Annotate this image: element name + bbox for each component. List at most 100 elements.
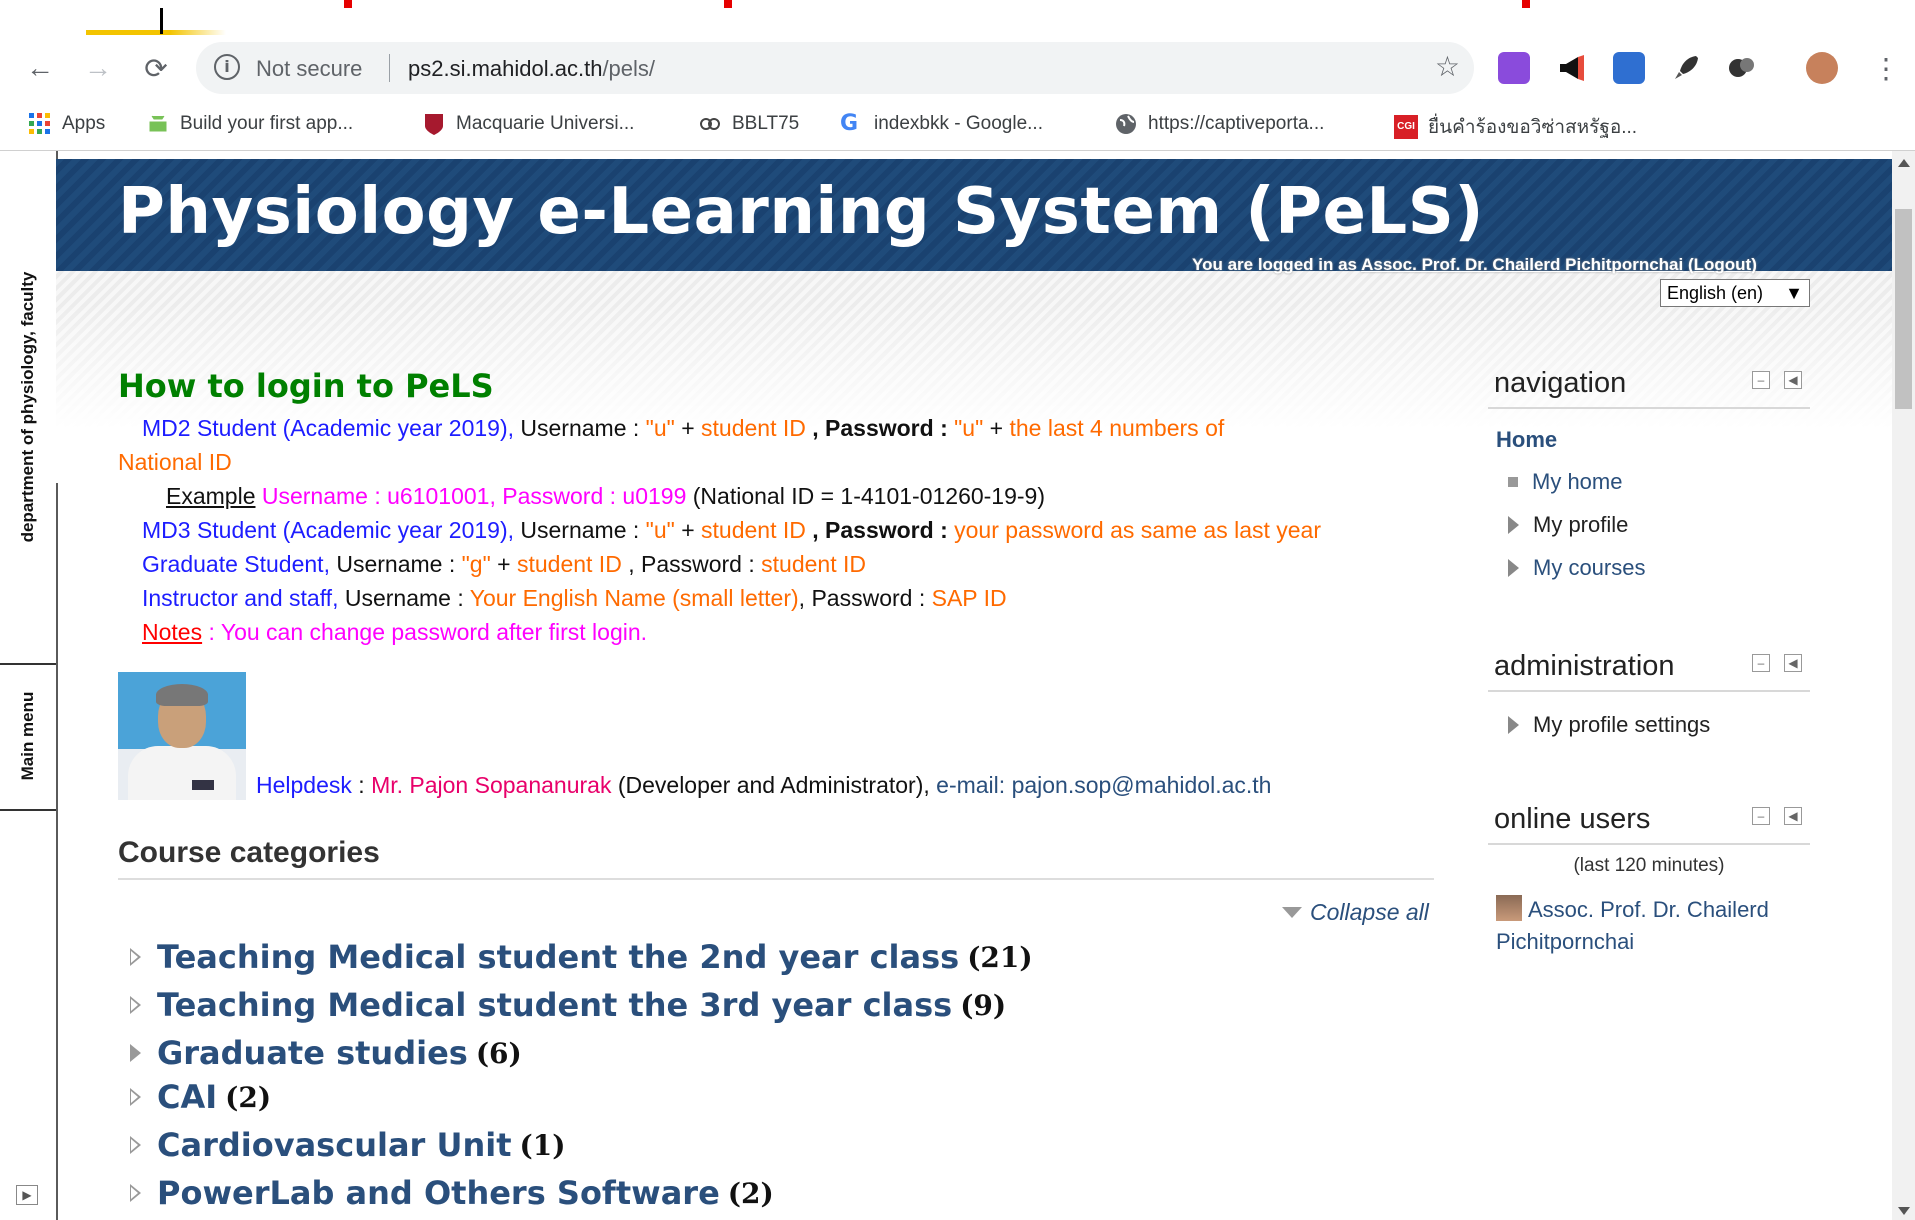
slide-strip: [0, 0, 1915, 36]
logout-link[interactable]: (Logout): [1688, 255, 1757, 274]
bookmark-item[interactable]: G indexbkk - Google...: [840, 112, 1043, 136]
category-item[interactable]: Graduate studies (6): [130, 1034, 522, 1072]
bookmark-item[interactable]: BBLT75: [698, 112, 799, 136]
back-icon[interactable]: ←: [22, 50, 58, 86]
security-label: Not secure: [256, 56, 363, 81]
extension-puzzle-icon[interactable]: [1498, 52, 1530, 84]
instructions-title: How to login to PeLS: [118, 367, 494, 405]
forward-icon[interactable]: →: [80, 50, 116, 86]
expand-arrow-icon[interactable]: [130, 1044, 141, 1062]
md3-line: MD3 Student (Academic year 2019), Userna…: [142, 517, 1322, 543]
navigation-block: navigation – ◀ Home My home My profile M…: [1488, 365, 1810, 595]
category-item[interactable]: PowerLab and Others Software (2): [130, 1174, 774, 1212]
category-item[interactable]: Teaching Medical student the 3rd year cl…: [130, 986, 1006, 1024]
menu-icon[interactable]: ⋮: [1868, 50, 1904, 86]
dock-block-icon[interactable]: ◀: [1784, 807, 1802, 825]
online-user-item[interactable]: Assoc. Prof. Dr. Chailerd Pichitpornchai: [1496, 894, 1806, 958]
expand-arrow-icon[interactable]: [130, 1184, 141, 1202]
email-link[interactable]: pajon.sop@mahidol.ac.th: [1012, 772, 1272, 798]
online-users-block: online users – ◀ (last 120 minutes) Asso…: [1488, 801, 1810, 961]
nav-my-home[interactable]: My home: [1508, 469, 1622, 495]
address-bar[interactable]: i Not secure ps2.si.mahidol.ac.th/pels/ …: [196, 42, 1474, 94]
collapse-all-link[interactable]: Collapse all: [1282, 899, 1429, 926]
bullet-icon: [1508, 477, 1518, 487]
nav-home[interactable]: Home: [1496, 427, 1557, 453]
reload-icon[interactable]: ⟳: [138, 50, 174, 86]
dock-toggle-icon[interactable]: ▶: [16, 1185, 38, 1205]
bookmark-item[interactable]: https://captiveporta...: [1114, 112, 1324, 136]
expand-arrow-icon: [1508, 559, 1519, 577]
md2-line: MD2 Student (Academic year 2019), Userna…: [142, 415, 1225, 441]
notes-line: Notes : You can change password after fi…: [142, 619, 648, 645]
login-instructions: How to login to PeLS MD2 Student (Academ…: [118, 367, 1438, 649]
helpdesk-line: Helpdesk : Mr. Pajon Sopananurak (Develo…: [256, 772, 1272, 798]
bookmark-item[interactable]: CGI ยื่นคำร้องขอวิซ่าสหรัฐอ...: [1394, 112, 1637, 142]
reader-extension-icon[interactable]: [1613, 52, 1645, 84]
helpdesk-link[interactable]: Helpdesk: [256, 772, 352, 798]
scroll-down-icon[interactable]: [1898, 1207, 1910, 1215]
rocket-icon[interactable]: [1670, 52, 1702, 84]
red-mark: [1522, 0, 1530, 8]
scroll-thumb[interactable]: [1895, 209, 1912, 409]
bookmark-item[interactable]: Macquarie Universi...: [422, 112, 634, 136]
block-header: online users – ◀: [1488, 801, 1810, 845]
expand-arrow-icon[interactable]: [130, 1136, 141, 1154]
md2-line-cont: National ID: [118, 449, 232, 475]
apps-grid-icon: [28, 112, 52, 136]
minimize-icon[interactable]: –: [1752, 371, 1770, 389]
dock-block-icon[interactable]: ◀: [1784, 371, 1802, 389]
info-icon[interactable]: i: [214, 54, 240, 80]
bookmark-label: Apps: [62, 113, 106, 134]
language-select[interactable]: English (en) ▼: [1660, 279, 1810, 307]
block-header: navigation – ◀: [1488, 365, 1810, 409]
text-cursor-mark: [160, 8, 163, 34]
minimize-icon[interactable]: –: [1752, 654, 1770, 672]
red-mark: [724, 0, 732, 8]
bookmarks-bar: Apps Build your first app... Macquarie U…: [0, 100, 1915, 151]
bookmark-star-icon[interactable]: ☆: [1435, 50, 1460, 83]
user-link[interactable]: Assoc. Prof. Dr. Chailerd Pichitpornchai: [1361, 255, 1683, 274]
dropdown-arrow-icon: ▼: [1785, 283, 1803, 303]
nav-profile-settings[interactable]: My profile settings: [1508, 712, 1710, 738]
dock-tab-department[interactable]: department of physiology, faculty: [0, 151, 56, 665]
dock-block-icon[interactable]: ◀: [1784, 654, 1802, 672]
user-avatar: [1496, 895, 1522, 921]
expand-arrow-icon[interactable]: [130, 1088, 141, 1106]
divider: [118, 878, 1434, 880]
nav-my-profile[interactable]: My profile: [1508, 512, 1628, 538]
admin-photo: [118, 672, 246, 800]
url-text[interactable]: ps2.si.mahidol.ac.th/pels/: [408, 56, 655, 82]
staff-line: Instructor and staff, Username : Your En…: [142, 585, 1007, 611]
shield-icon: [422, 112, 446, 136]
globe-icon: [1114, 112, 1138, 136]
rings-icon: [698, 112, 722, 136]
category-item[interactable]: Teaching Medical student the 2nd year cl…: [130, 938, 1033, 976]
site-title: Physiology e-Learning System (PeLS): [118, 175, 1485, 249]
administration-block: administration – ◀ My profile settings: [1488, 648, 1810, 748]
cgi-icon: CGI: [1394, 115, 1418, 139]
bookmark-item[interactable]: Build your first app...: [146, 112, 353, 136]
online-users-subtitle: (last 120 minutes): [1573, 855, 1725, 876]
minimize-icon[interactable]: –: [1752, 807, 1770, 825]
course-categories-title: Course categories: [118, 836, 380, 869]
megaphone-icon[interactable]: [1556, 52, 1588, 84]
android-icon: [146, 112, 170, 136]
browser-toolbar: ← → ⟳ i Not secure ps2.si.mahidol.ac.th/…: [0, 36, 1915, 100]
scroll-up-icon[interactable]: [1898, 159, 1910, 167]
expand-arrow-icon[interactable]: [130, 996, 141, 1014]
example-line: Example Username : u6101001, Password : …: [166, 483, 1045, 509]
divider: [389, 54, 390, 82]
vertical-scrollbar[interactable]: [1892, 151, 1915, 1220]
extension-icon[interactable]: [1726, 52, 1758, 84]
category-item[interactable]: CAI (2): [130, 1078, 271, 1116]
side-dock: department of physiology, faculty Main m…: [0, 151, 58, 1220]
expand-arrow-icon[interactable]: [130, 948, 141, 966]
block-header: administration – ◀: [1488, 648, 1810, 692]
profile-avatar[interactable]: [1806, 52, 1838, 84]
category-item[interactable]: Cardiovascular Unit (1): [130, 1126, 565, 1164]
nav-my-courses[interactable]: My courses: [1508, 555, 1645, 581]
expand-arrow-icon: [1508, 516, 1519, 534]
google-icon: G: [840, 111, 859, 136]
bookmark-apps[interactable]: Apps: [28, 112, 105, 136]
dock-tab-main-menu[interactable]: Main menu: [0, 663, 56, 811]
